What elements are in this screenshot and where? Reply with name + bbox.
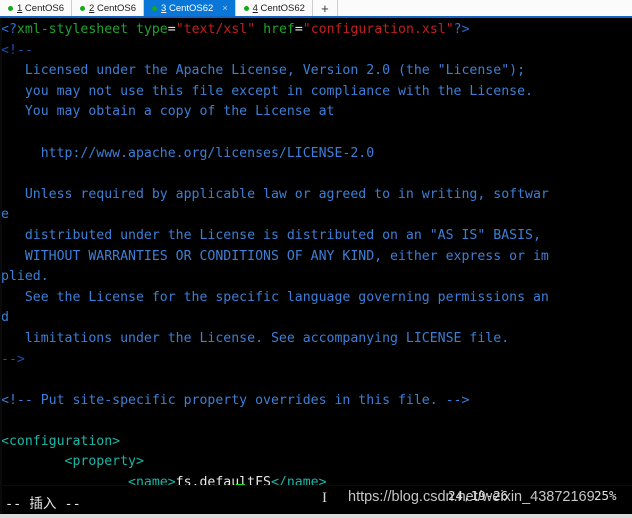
editor-line: e — [1, 205, 632, 226]
tab-index: 1 — [17, 2, 23, 14]
editor-line: WITHOUT WARRANTIES OR CONDITIONS OF ANY … — [1, 247, 632, 268]
editor-text-span: type — [135, 22, 168, 37]
session-tab-2[interactable]: 2 CentOS6 — [72, 0, 145, 16]
tab-status-dot-icon — [8, 5, 13, 11]
editor-text-span: <configuration> — [1, 433, 121, 449]
editor-line: You may obtain a copy of the License at — [1, 102, 632, 123]
editor-line: <property> — [1, 452, 632, 473]
editor-text-span: <property> — [1, 454, 144, 470]
close-icon[interactable]: × — [222, 3, 227, 13]
editor-line: <?xml-stylesheet type="text/xsl" href="c… — [1, 20, 632, 41]
editor-line: http://www.apache.org/licenses/LICENSE-2… — [1, 144, 632, 165]
editor-text-span: "text/xsl" — [175, 22, 256, 37]
editor-text-span: limitations under the License. See accom… — [1, 330, 510, 346]
window-bottom-edge — [0, 514, 632, 518]
tabbar-empty-space — [337, 0, 632, 16]
editor-text-span: fs.defaultFS — [175, 475, 271, 485]
new-tab-button[interactable]: + — [312, 0, 338, 16]
scroll-percentage: 25% — [594, 488, 617, 503]
editor-text-span: e — [1, 207, 9, 223]
editor-line: <configuration> — [1, 432, 632, 453]
editor-text-span: http://www.apache.org/licenses/LICENSE-2… — [1, 145, 375, 161]
editor-text-span: --> — [1, 351, 25, 367]
editor-text-span: You may obtain a copy of the License at — [1, 104, 335, 120]
session-tab-4[interactable]: 4 CentOS62 — [235, 0, 313, 16]
editor-text-span: WITHOUT WARRANTIES OR CONDITIONS OF ANY … — [1, 248, 549, 264]
editor-text-span: href — [263, 22, 295, 37]
tab-index: 4 — [252, 2, 258, 14]
terminal-window: 1 CentOS6 2 CentOS6 3 CentOS62 × 4 CentOS62 … — [0, 0, 632, 518]
editor-text-span: <name> — [1, 475, 176, 485]
tab-index: 2 — [89, 2, 95, 14]
tab-label: 1 CentOS6 — [17, 2, 65, 14]
tab-status-dot-icon — [243, 5, 249, 11]
editor-text-span: you may not use this file except in comp… — [1, 83, 533, 99]
tab-index: 3 — [161, 2, 167, 14]
editor-text-span: distributed under the License is distrib… — [1, 227, 541, 243]
editor-text-span: plied. — [1, 269, 49, 285]
editor-line: limitations under the License. See accom… — [1, 329, 632, 350]
editor-text-span: <? — [1, 22, 17, 37]
editor-text-span: = — [294, 22, 303, 37]
editor-text-span: ?> — [453, 22, 470, 37]
editor-line: <!-- — [1, 41, 632, 62]
editor-text-span: xml-stylesheet — [16, 22, 136, 37]
session-tab-1[interactable]: 1 CentOS6 — [0, 0, 73, 16]
editor-text-span: <!-- — [1, 42, 33, 58]
editor-line: Unless required by applicable law or agr… — [1, 185, 632, 206]
editor-line: d — [1, 308, 632, 329]
editor-line: distributed under the License is distrib… — [1, 226, 632, 247]
cursor-position-ruler: 24,19-26 — [448, 488, 509, 503]
editor-text-span: </name> — [270, 475, 327, 485]
session-tab-bar: 1 CentOS6 2 CentOS6 3 CentOS62 × 4 CentOS62 … — [0, 0, 632, 18]
editor-line: <name>fs.defaultFS</name> — [1, 473, 632, 485]
tab-label: 2 CentOS6 — [89, 2, 137, 14]
tab-status-dot-icon — [152, 5, 158, 11]
tab-label: 4 CentOS62 — [252, 2, 305, 14]
session-tab-3[interactable]: 3 CentOS62 × — [144, 0, 236, 16]
editor-text-span: Unless required by applicable law or agr… — [1, 186, 549, 202]
editor-text-span: = — [167, 22, 176, 37]
editor-text-span: "configuration.xsl" — [302, 22, 454, 37]
editor-text-span: Licensed under the Apache License, Versi… — [1, 63, 526, 79]
plus-icon: + — [321, 0, 329, 16]
tab-label: 3 CentOS62 — [161, 2, 214, 14]
editor-text-span: d — [1, 310, 9, 326]
tab-status-dot-icon — [80, 5, 86, 11]
editor-line: --> — [1, 350, 632, 371]
editor-line: plied. — [1, 267, 632, 288]
editor-line: See the License for the specific languag… — [1, 288, 632, 309]
editor-text-span: See the License for the specific languag… — [1, 289, 549, 305]
editor-line: Licensed under the Apache License, Versi… — [1, 61, 632, 82]
editor-text-span: <!-- Put site-specific property override… — [1, 392, 470, 408]
window-left-edge — [0, 18, 2, 514]
editor-line: <!-- Put site-specific property override… — [1, 391, 632, 412]
editor-text-span — [255, 22, 263, 37]
editor-line: you may not use this file except in comp… — [1, 82, 632, 103]
vim-editor-buffer[interactable]: <?xml-stylesheet type="text/xsl" href="c… — [0, 18, 632, 485]
vim-mode-indicator: -- 插入 -- — [5, 496, 81, 512]
mouse-ibeam-cursor: I — [322, 490, 327, 506]
